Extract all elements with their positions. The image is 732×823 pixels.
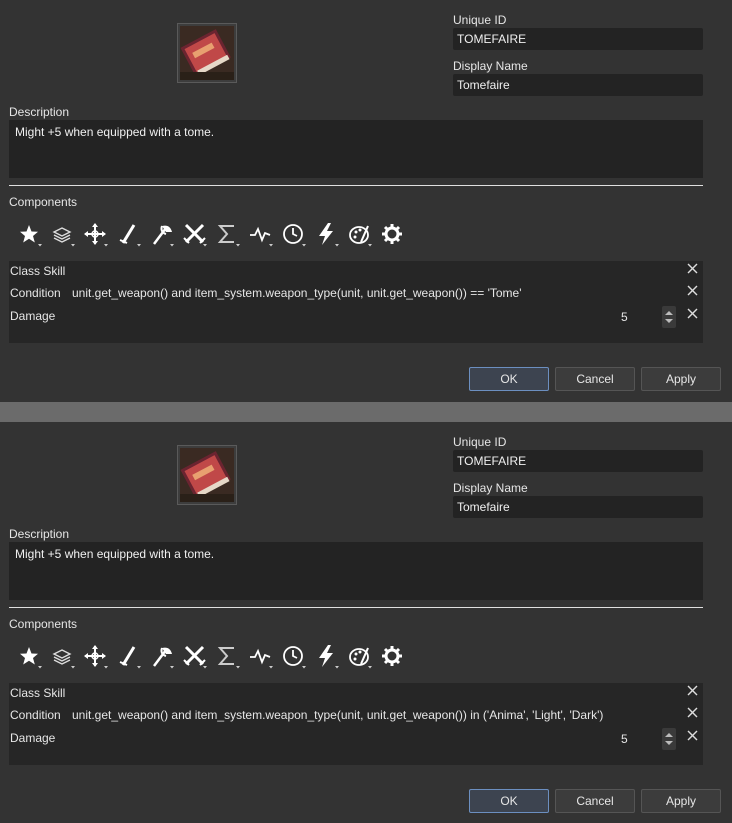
section-divider [9,607,703,608]
palette-icon[interactable] [348,222,376,248]
ok-button[interactable]: OK [469,367,549,391]
skill-icon-button[interactable] [177,445,237,505]
unique-id-input[interactable]: TOMEFAIRE [453,450,703,472]
palette-icon[interactable] [348,644,376,670]
layers-icon[interactable] [51,222,79,248]
section-divider [9,185,703,186]
ok-button[interactable]: OK [469,789,549,813]
skill-icon-button[interactable] [177,23,237,83]
crossed-swords-icon[interactable] [183,644,211,670]
condition-label: Condition [10,286,61,300]
component-damage: Damage 5 [9,306,703,328]
move-icon[interactable] [84,222,112,248]
unique-id-label: Unique ID [453,435,507,449]
pulse-icon[interactable] [249,644,277,670]
tome-icon [180,26,234,80]
move-icon[interactable] [84,644,112,670]
gear-icon[interactable] [381,222,409,248]
lightning-icon[interactable] [315,644,343,670]
damage-label: Damage [10,731,56,745]
sword-icon[interactable] [117,222,145,248]
damage-spinbox[interactable]: 5 [621,310,628,324]
close-icon[interactable] [686,261,700,275]
description-text: Might +5 when equipped with a tome. [15,125,215,139]
axe-icon[interactable] [150,222,178,248]
close-icon[interactable] [686,306,700,320]
sigma-icon[interactable] [216,222,244,248]
description-label: Description [9,527,70,541]
components-toolbar [18,222,418,248]
damage-spinbox[interactable]: 5 [621,732,628,746]
crossed-swords-icon[interactable] [183,222,211,248]
class-skill-label: Class Skill [10,686,66,700]
tome-icon [180,448,234,502]
close-icon[interactable] [686,705,700,719]
components-list: Class Skill Condition unit.get_weapon() … [9,683,703,765]
condition-label: Condition [10,708,61,722]
components-toolbar [18,644,418,670]
lightning-icon[interactable] [315,222,343,248]
apply-button[interactable]: Apply [641,367,721,391]
component-damage: Damage 5 [9,728,703,750]
clock-icon[interactable] [282,644,310,670]
component-condition: Condition unit.get_weapon() and item_sys… [9,705,703,727]
clock-icon[interactable] [282,222,310,248]
close-icon[interactable] [686,683,700,697]
close-icon[interactable] [686,728,700,742]
damage-stepper[interactable] [662,728,676,750]
cancel-button[interactable]: Cancel [555,789,635,813]
display-name-input[interactable]: Tomefaire [453,74,703,96]
unique-id-label: Unique ID [453,13,507,27]
cancel-button[interactable]: Cancel [555,367,635,391]
component-condition: Condition unit.get_weapon() and item_sys… [9,283,703,305]
close-icon[interactable] [686,283,700,297]
pulse-icon[interactable] [249,222,277,248]
condition-input[interactable]: unit.get_weapon() and item_system.weapon… [72,286,522,300]
sigma-icon[interactable] [216,644,244,670]
display-name-label: Display Name [453,481,528,495]
damage-label: Damage [10,309,56,323]
unique-id-input[interactable]: TOMEFAIRE [453,28,703,50]
skill-editor-panel-1: Unique ID TOMEFAIRE Display Name Tomefai… [0,0,732,402]
layers-icon[interactable] [51,644,79,670]
components-label: Components [9,617,78,631]
display-name-input[interactable]: Tomefaire [453,496,703,518]
star-icon[interactable] [18,222,46,248]
description-textarea[interactable]: Might +5 when equipped with a tome. [9,542,703,600]
class-skill-label: Class Skill [10,264,66,278]
components-label: Components [9,195,78,209]
description-label: Description [9,105,70,119]
gear-icon[interactable] [381,644,409,670]
description-textarea[interactable]: Might +5 when equipped with a tome. [9,120,703,178]
description-text: Might +5 when equipped with a tome. [15,547,215,561]
display-name-label: Display Name [453,59,528,73]
skill-editor-panel-2: Unique ID TOMEFAIRE Display Name Tomefai… [0,422,732,823]
panel-divider [0,402,732,422]
apply-button[interactable]: Apply [641,789,721,813]
star-icon[interactable] [18,644,46,670]
component-class-skill: Class Skill [9,261,703,283]
condition-input[interactable]: unit.get_weapon() and item_system.weapon… [72,708,603,722]
components-list: Class Skill Condition unit.get_weapon() … [9,261,703,343]
sword-icon[interactable] [117,644,145,670]
damage-stepper[interactable] [662,306,676,328]
component-class-skill: Class Skill [9,683,703,705]
axe-icon[interactable] [150,644,178,670]
